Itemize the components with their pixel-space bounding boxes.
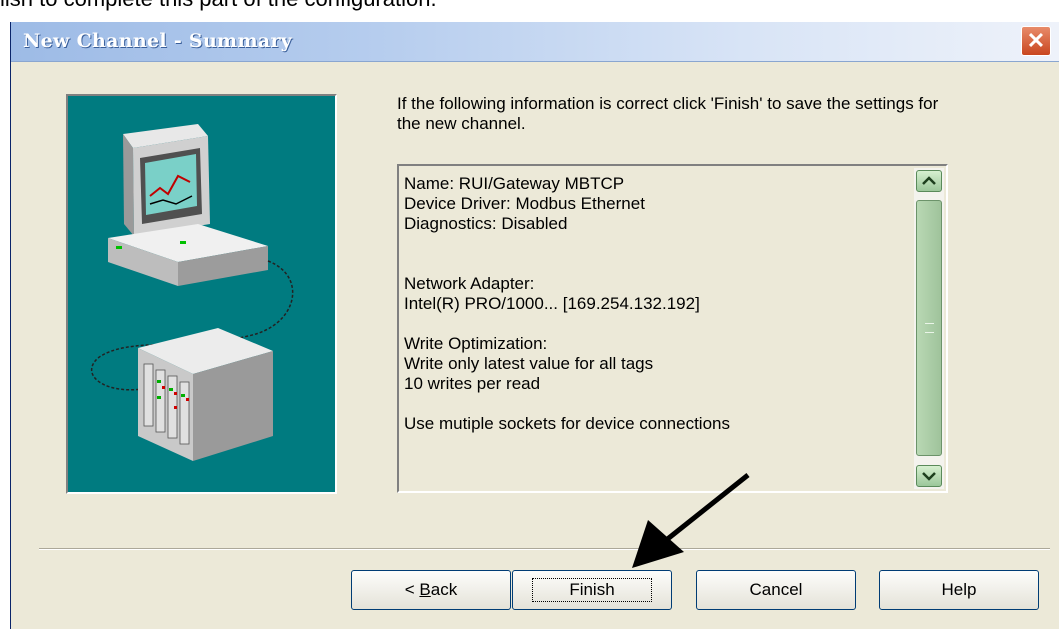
summary-line: Device Driver: Modbus Ethernet bbox=[404, 194, 645, 213]
scroll-down-icon bbox=[922, 472, 936, 481]
cancel-button-label: Cancel bbox=[749, 580, 803, 599]
window-title: New Channel - Summary bbox=[23, 30, 293, 52]
finish-button[interactable]: Finish bbox=[512, 570, 672, 610]
scroll-down-button[interactable] bbox=[916, 465, 942, 487]
summary-text-box[interactable]: Name: RUI/Gateway MBTCP Device Driver: Mo… bbox=[397, 164, 948, 493]
summary-line bbox=[404, 254, 730, 274]
scroll-thumb[interactable] bbox=[916, 200, 942, 456]
summary-line bbox=[404, 394, 730, 414]
summary-line: Write Optimization: bbox=[404, 334, 548, 353]
summary-line: Name: RUI/Gateway MBTCP bbox=[404, 174, 625, 193]
wizard-illustration bbox=[66, 94, 337, 494]
close-button[interactable]: ✕ bbox=[1021, 26, 1051, 56]
back-button-label: < Back bbox=[404, 580, 458, 599]
summary-lines: Name: RUI/Gateway MBTCP Device Driver: Mo… bbox=[404, 174, 730, 434]
summary-line: Write only latest value for all tags bbox=[404, 354, 654, 373]
summary-line: 10 writes per read bbox=[404, 374, 541, 393]
title-bar[interactable]: New Channel - Summary ✕ bbox=[11, 22, 1059, 62]
summary-line: Use mutiple sockets for device connectio… bbox=[404, 414, 730, 433]
document-intro-text: lish to complete this part of the config… bbox=[0, 0, 437, 12]
button-separator bbox=[39, 548, 1050, 550]
new-channel-dialog: New Channel - Summary ✕ If the following… bbox=[10, 22, 1059, 629]
help-button[interactable]: Help bbox=[879, 570, 1039, 610]
back-button[interactable]: < Back bbox=[351, 570, 511, 610]
help-button-label: Help bbox=[941, 580, 977, 599]
summary-line: Intel(R) PRO/1000... [169.254.132.192] bbox=[404, 294, 700, 313]
computer-and-device-icon bbox=[91, 124, 294, 461]
summary-line: Diagnostics: Disabled bbox=[404, 214, 568, 233]
finish-button-label: Finish bbox=[532, 578, 652, 602]
scroll-up-button[interactable] bbox=[916, 170, 942, 192]
summary-line bbox=[404, 314, 730, 334]
scroll-up-icon bbox=[922, 176, 936, 185]
vertical-scrollbar[interactable] bbox=[914, 168, 944, 489]
summary-line bbox=[404, 234, 730, 254]
summary-line: Network Adapter: bbox=[404, 274, 535, 293]
wizard-instructions: If the following information is correct … bbox=[397, 94, 939, 133]
cancel-button[interactable]: Cancel bbox=[696, 570, 856, 610]
